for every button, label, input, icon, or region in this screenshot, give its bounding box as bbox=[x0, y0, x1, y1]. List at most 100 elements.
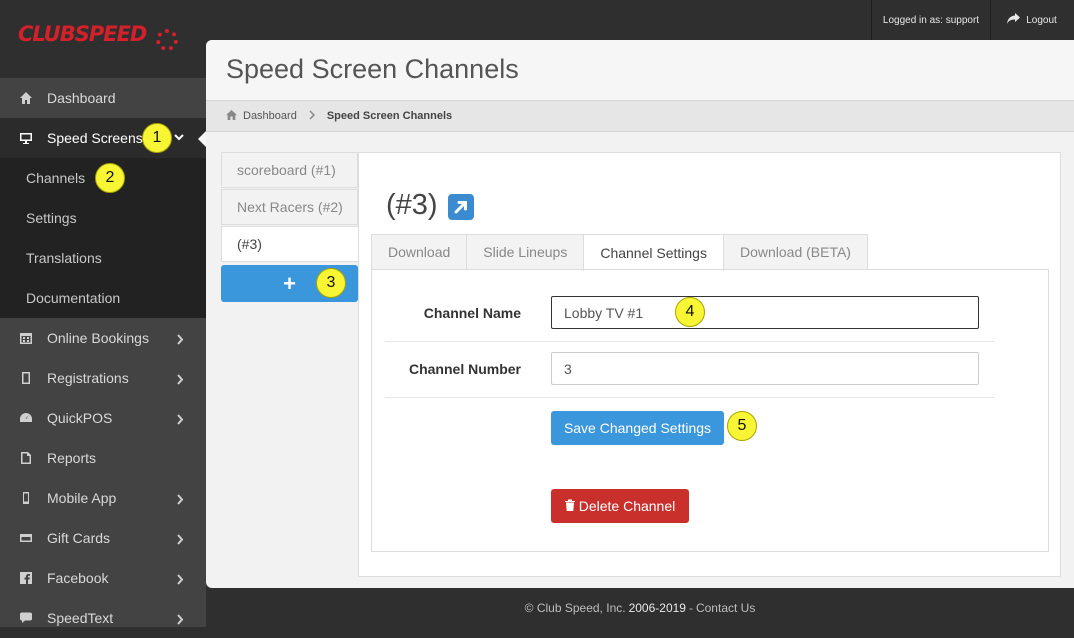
copyright-text: © Club Speed, Inc. bbox=[524, 600, 626, 615]
submenu-item-settings[interactable]: Settings bbox=[26, 198, 77, 238]
delete-channel-button[interactable]: Delete Channel bbox=[551, 489, 689, 523]
submenu-label: Channels bbox=[26, 170, 86, 186]
chevron-right-icon bbox=[176, 492, 184, 508]
sidebar-item-label: QuickPOS bbox=[47, 410, 113, 426]
sidebar-item-label: Speed Screens bbox=[47, 130, 143, 146]
annotation-marker-5: 5 bbox=[727, 411, 757, 441]
monitor-icon bbox=[18, 131, 34, 145]
tab-label: Download bbox=[388, 244, 451, 260]
channel-tab-label: Next Racers (#2) bbox=[237, 199, 343, 215]
logout-button[interactable]: Logout bbox=[990, 0, 1074, 40]
channel-number-label: Channel Number bbox=[408, 361, 521, 377]
copyright-years: 2006-2019 bbox=[628, 600, 686, 615]
tab-download[interactable]: Download bbox=[371, 234, 468, 269]
channel-name-input[interactable]: Lobby TV #1 bbox=[551, 296, 979, 329]
channel-number-row: Channel Number 3 bbox=[385, 341, 995, 398]
trash-icon bbox=[564, 498, 575, 514]
sidebar-item-label: Registrations bbox=[47, 370, 129, 386]
submenu-item-translations[interactable]: Translations bbox=[26, 238, 102, 278]
main-panel: Speed Screen Channels Dashboard Speed Sc… bbox=[206, 40, 1074, 588]
page-title: Speed Screen Channels bbox=[226, 54, 519, 84]
logout-label: Logout bbox=[1026, 14, 1057, 26]
chevron-right-icon bbox=[176, 372, 184, 388]
tab-slide-lineups[interactable]: Slide Lineups bbox=[466, 234, 585, 269]
submenu-item-documentation[interactable]: Documentation bbox=[26, 278, 120, 318]
file-icon bbox=[18, 451, 34, 465]
breadcrumb-link-dashboard[interactable]: Dashboard bbox=[243, 110, 297, 122]
sidebar-item-online-bookings[interactable]: Online Bookings bbox=[0, 318, 206, 358]
submenu-label: Settings bbox=[26, 210, 77, 226]
channel-tab-scoreboard[interactable]: scoreboard (#1) bbox=[221, 152, 358, 188]
facebook-icon bbox=[18, 571, 34, 585]
phone-icon bbox=[18, 491, 34, 505]
clubspeed-logo[interactable]: CLUBSPEED bbox=[18, 22, 147, 46]
channel-tab-next-racers[interactable]: Next Racers (#2) bbox=[221, 189, 358, 225]
sidebar-item-mobile-app[interactable]: Mobile App bbox=[0, 478, 206, 518]
chevron-right-icon bbox=[176, 572, 184, 588]
annotation-marker-4: 4 bbox=[675, 297, 705, 327]
submenu-label: Documentation bbox=[26, 290, 121, 306]
external-link-icon[interactable] bbox=[448, 194, 474, 220]
sidebar-item-label: SpeedText bbox=[47, 610, 114, 626]
annotation-marker-1: 1 bbox=[142, 123, 172, 153]
channel-tab-3[interactable]: (#3) bbox=[221, 226, 360, 262]
sidebar-item-label: Dashboard bbox=[47, 90, 116, 106]
sidebar-item-quickpos[interactable]: QuickPOS bbox=[0, 398, 206, 438]
sidebar-item-label: Online Bookings bbox=[47, 330, 149, 346]
footer: © Club Speed, Inc. 2006-2019 - Contact U… bbox=[206, 588, 1074, 627]
calendar-icon bbox=[18, 331, 34, 345]
submenu-item-channels[interactable]: Channels bbox=[26, 158, 85, 198]
sidebar-item-label: Reports bbox=[47, 450, 97, 466]
channel-tab-label: (#3) bbox=[237, 236, 262, 252]
breadcrumb-current: Speed Screen Channels bbox=[326, 110, 453, 122]
logged-in-label: Logged in as: support bbox=[882, 14, 980, 26]
channel-number-value: 3 bbox=[564, 360, 572, 377]
channel-tab-label: scoreboard (#1) bbox=[237, 162, 336, 178]
tab-label: Slide Lineups bbox=[483, 244, 568, 260]
channel-content: (#3) Download Slide Lineups Channel Sett… bbox=[358, 152, 1061, 577]
channel-title: (#3) bbox=[386, 189, 438, 221]
sidebar-item-speedtext[interactable]: SpeedText bbox=[0, 598, 206, 638]
chevron-right-icon bbox=[176, 612, 184, 628]
dashboard-icon bbox=[18, 411, 34, 425]
plus-icon: + bbox=[283, 270, 296, 296]
active-indicator bbox=[198, 131, 206, 147]
page-header: Speed Screen Channels bbox=[206, 40, 1074, 100]
tab-channel-settings[interactable]: Channel Settings bbox=[583, 234, 724, 271]
sidebar-item-reports[interactable]: Reports bbox=[0, 438, 206, 478]
logo-text: CLUBSPEED bbox=[18, 22, 147, 46]
home-icon bbox=[226, 109, 237, 123]
annotation-marker-2: 2 bbox=[95, 163, 125, 193]
sidebar-item-gift-cards[interactable]: Gift Cards bbox=[0, 518, 206, 558]
breadcrumb: Dashboard Speed Screen Channels bbox=[206, 100, 1074, 132]
breadcrumb-separator-icon bbox=[309, 109, 315, 123]
channel-name-value: Lobby TV #1 bbox=[564, 304, 644, 321]
channel-settings-panel: Channel Name Lobby TV #1 Channel Number … bbox=[371, 269, 1049, 552]
chevron-right-icon bbox=[176, 532, 184, 548]
channel-number-input[interactable]: 3 bbox=[551, 352, 979, 385]
tablet-icon bbox=[18, 371, 34, 385]
chevron-down-icon bbox=[174, 129, 184, 145]
gear-logo-icon bbox=[156, 29, 178, 51]
sidebar-item-facebook[interactable]: Facebook bbox=[0, 558, 206, 598]
contact-us-link[interactable]: Contact Us bbox=[696, 601, 755, 615]
annotation-marker-3: 3 bbox=[316, 268, 346, 298]
tab-download-beta[interactable]: Download (BETA) bbox=[722, 234, 868, 269]
delete-label: Delete Channel bbox=[578, 498, 676, 514]
top-bar: CLUBSPEED Logged in as: support Logout bbox=[0, 0, 1074, 51]
chat-icon bbox=[18, 611, 34, 625]
share-icon bbox=[1007, 13, 1021, 27]
sidebar-item-label: Facebook bbox=[47, 570, 109, 586]
submenu-label: Translations bbox=[26, 250, 102, 266]
chevron-right-icon bbox=[176, 332, 184, 348]
footer-separator: - bbox=[688, 600, 693, 615]
sidebar-item-registrations[interactable]: Registrations bbox=[0, 358, 206, 398]
sidebar-item-label: Mobile App bbox=[47, 490, 117, 506]
sidebar-item-dashboard[interactable]: Dashboard bbox=[0, 78, 206, 118]
logged-in-user: Logged in as: support bbox=[871, 0, 991, 40]
sidebar-item-speed-screens[interactable]: Speed Screens bbox=[0, 118, 206, 158]
channel-tabs: Download Slide Lineups Channel Settings … bbox=[371, 234, 868, 271]
credit-card-icon bbox=[18, 531, 34, 545]
sidebar: Dashboard Speed Screens Channels Setting… bbox=[0, 78, 206, 627]
save-settings-button[interactable]: Save Changed Settings bbox=[551, 411, 724, 445]
